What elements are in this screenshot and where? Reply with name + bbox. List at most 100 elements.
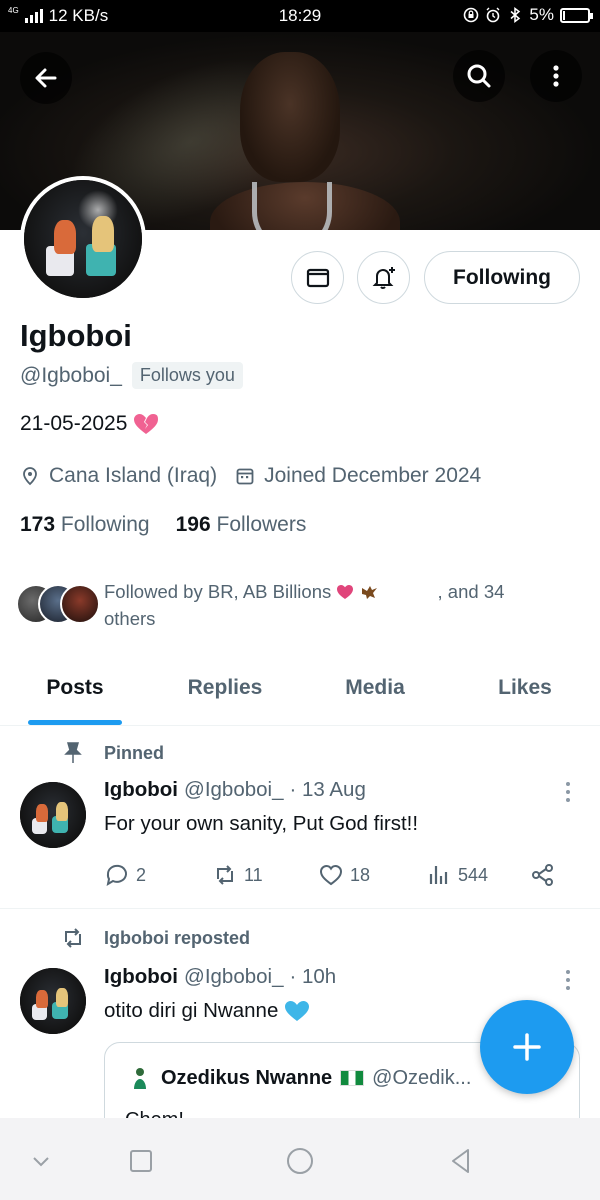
post-author[interactable]: Igboboi [104,778,178,802]
pin-icon [64,742,82,763]
profile-meta: Cana Island (Iraq) Joined December 2024 [20,464,499,488]
nav-recents-button[interactable] [124,1144,158,1178]
nav-down-button[interactable] [24,1144,58,1178]
calendar-icon [236,468,254,485]
repost-icon [217,865,233,885]
envelope-icon [306,268,329,287]
quote-handle: @Ozedik... [372,1066,472,1089]
profile-tabs: Posts Replies Media Likes [0,664,600,726]
status-right: 5% [463,5,593,25]
pinned-label: Pinned [60,740,164,766]
profile-bio: 21-05-2025 [20,412,159,436]
triangle-back-icon [452,1149,469,1173]
post-time: · 13 Aug [289,778,366,801]
more-vertical-icon [553,65,559,87]
post-more-button[interactable] [566,782,572,802]
location-text: Cana Island (Iraq) [49,464,218,487]
post-actions: 2 11 18 544 [104,862,564,892]
nav-back-button[interactable] [444,1144,478,1178]
joined-date: Joined December 2024 [235,464,481,488]
repost-button[interactable]: 11 [212,862,263,888]
joined-text: Joined December 2024 [264,464,482,487]
pink-heart-icon [337,585,354,599]
divider [0,908,600,909]
circle-icon [287,1148,313,1174]
broken-heart-icon [134,414,159,434]
avatar [60,584,100,624]
post-handle[interactable]: @Igboboi_ [184,778,283,802]
quote-author: Ozedikus Nwanne [161,1066,333,1089]
share-button[interactable] [530,862,556,888]
alarm-icon [486,7,500,23]
post-text: For your own sanity, Put God first!! [104,812,419,835]
avatar[interactable] [20,782,86,848]
tab-media[interactable]: Media [300,664,450,725]
views-button[interactable]: 544 [426,862,488,888]
tab-posts[interactable]: Posts [0,664,150,725]
followed-by-prefix: Followed by BR, AB Billions [104,581,332,602]
search-button[interactable] [453,50,505,102]
post-time: · 10h [289,965,337,988]
lock-rotation-icon [464,7,479,23]
bell-plus-icon [372,266,395,289]
bio-text: 21-05-2025 [20,412,128,435]
battery-fill [563,10,565,20]
message-button[interactable] [291,251,344,304]
like-count: 18 [350,864,371,885]
compose-button[interactable] [480,1000,574,1094]
following-button[interactable]: Following [424,251,580,304]
search-icon [467,64,491,88]
repost-count: 11 [244,864,263,885]
avatar[interactable] [20,968,86,1034]
follows-you-badge: Follows you [131,362,243,389]
bluetooth-icon [510,7,521,23]
nav-home-button[interactable] [283,1144,317,1178]
chevron-down-icon [33,1157,49,1167]
quote-header: Ozedikus Nwanne @Ozedik... [127,1065,471,1091]
post-text: otito diri gi Nwanne [104,999,310,1023]
eagle-icon [361,586,377,599]
following-count[interactable]: 173 Following [20,513,150,537]
repost-label: Igboboi reposted [60,925,250,951]
plus-icon [513,1033,541,1061]
heart-icon [319,864,343,886]
views-icon [429,866,448,884]
post-more-button[interactable] [566,970,572,990]
tab-replies[interactable]: Replies [150,664,300,725]
battery-icon [560,7,593,23]
notify-button[interactable] [357,251,410,304]
tab-likes[interactable]: Likes [450,664,600,725]
reply-icon [106,864,127,887]
blue-heart-icon [285,1001,310,1021]
profile-handle: @Igboboi_ [20,363,122,387]
post-header: Igboboi @Igboboi_ · 13 Aug [104,778,366,802]
arrow-left-icon [35,68,57,88]
profile-avatar[interactable] [20,176,146,302]
nigeria-flag-icon [340,1070,365,1086]
back-button[interactable] [20,52,72,104]
person-figure-icon [134,1068,146,1089]
reply-button[interactable]: 2 [104,862,146,888]
profile-name: Igboboi [20,318,132,353]
view-count: 544 [458,864,489,885]
followers-count[interactable]: 196 Followers [176,513,307,537]
post-handle[interactable]: @Igboboi_ [184,965,283,989]
square-icon [130,1150,152,1172]
followed-by-text: Followed by BR, AB Billions , and 34 oth… [104,578,554,632]
tab-indicator [28,720,122,725]
follow-counts: 173 Following 196 Followers [20,513,306,537]
followed-by-avatars [16,584,100,626]
post-author[interactable]: Igboboi [104,965,178,989]
post-header: Igboboi @Igboboi_ · 10h [104,965,336,989]
system-nav-bar [0,1118,600,1200]
handle-row: @Igboboi_ Follows you [20,362,243,389]
like-button[interactable]: 18 [318,862,370,888]
location: Cana Island (Iraq) [20,464,217,488]
status-bar: 4G 12 KB/s 18:29 5% [0,0,600,32]
repost-icon [65,928,81,948]
reply-count: 2 [136,864,147,885]
battery-percent: 5% [529,5,554,24]
more-button[interactable] [530,50,582,102]
avatar [127,1065,153,1091]
location-pin-icon [23,467,37,486]
